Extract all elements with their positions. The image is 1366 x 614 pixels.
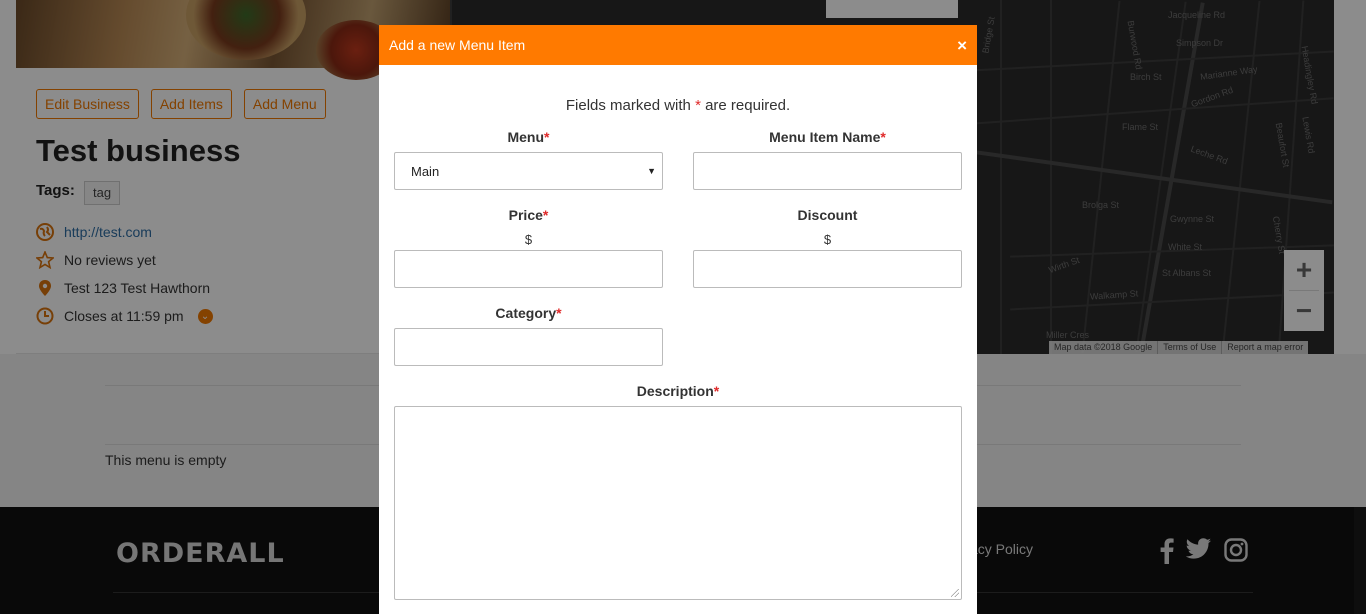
- required-fields-note: Fields marked with * are required.: [565, 97, 791, 114]
- dialog-title: Add a new Menu Item: [389, 37, 526, 53]
- dialog-header: Add a new Menu Item ×: [379, 25, 977, 65]
- menu-label: Menu*: [507, 129, 550, 145]
- close-icon[interactable]: ×: [957, 37, 967, 54]
- dropdown-caret-icon: ▼: [647, 166, 656, 176]
- price-label: Price*: [508, 207, 549, 223]
- item-name-label: Menu Item Name*: [769, 129, 886, 145]
- add-menu-item-dialog: Add a new Menu Item × Fields marked with…: [379, 25, 977, 614]
- description-label: Description*: [636, 383, 720, 399]
- price-currency: $: [524, 232, 533, 247]
- category-label: Category*: [495, 305, 562, 321]
- discount-input[interactable]: [693, 250, 962, 288]
- discount-label: Discount: [797, 207, 858, 223]
- menu-select[interactable]: Main ▼: [394, 152, 663, 190]
- category-input[interactable]: [394, 328, 663, 366]
- description-textarea[interactable]: [394, 406, 962, 600]
- discount-currency: $: [823, 232, 832, 247]
- resize-handle-icon[interactable]: [951, 589, 959, 597]
- item-name-input[interactable]: [693, 152, 962, 190]
- menu-select-value: Main: [411, 163, 440, 179]
- price-input[interactable]: [394, 250, 663, 288]
